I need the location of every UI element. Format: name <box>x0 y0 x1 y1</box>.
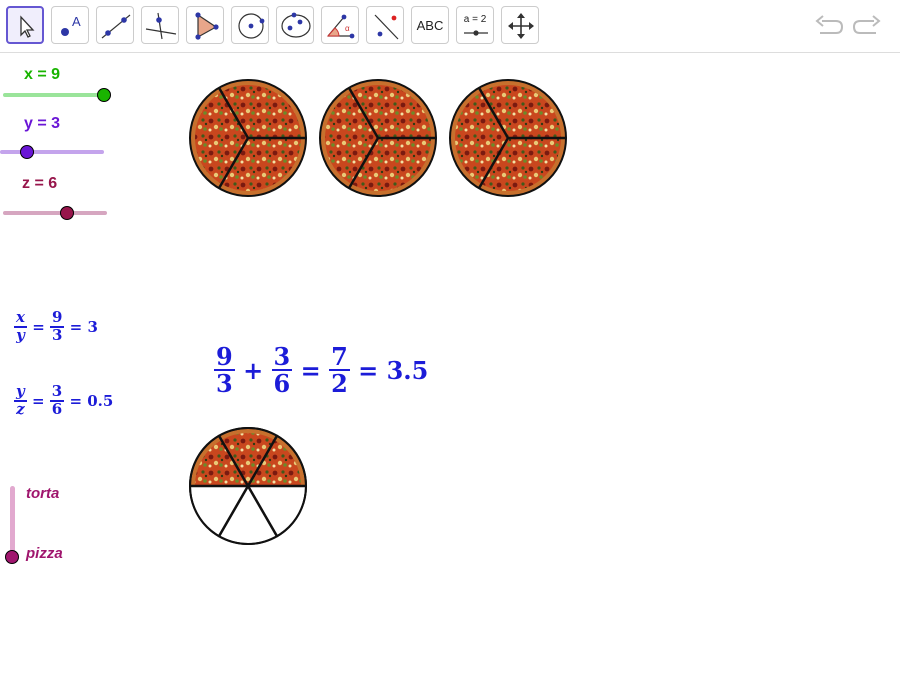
conic-tool[interactable] <box>276 6 314 44</box>
move-graphics-tool[interactable] <box>501 6 539 44</box>
svg-text:A: A <box>72 14 81 29</box>
circle-icon <box>238 13 265 39</box>
reflect-tool[interactable] <box>366 6 404 44</box>
point-icon: A <box>61 14 81 36</box>
redo-icon <box>852 15 881 34</box>
svg-text:α: α <box>345 24 350 33</box>
perpendicular-tool[interactable] <box>141 6 179 44</box>
circle-tool[interactable] <box>231 6 269 44</box>
polygon-icon <box>195 12 219 40</box>
move-arrows-icon <box>508 13 534 39</box>
undo-button[interactable] <box>812 10 846 42</box>
graphics-view <box>188 79 567 545</box>
text-tool[interactable]: ABC <box>411 6 449 44</box>
ellipse-icon <box>281 12 311 38</box>
text-tool-label: ABC <box>416 18 444 33</box>
slider-tool[interactable]: a = 2 <box>456 6 494 44</box>
undo-icon <box>815 15 844 34</box>
reflect-icon <box>374 14 399 40</box>
redo-button[interactable] <box>850 10 884 42</box>
line-icon <box>101 14 131 39</box>
move-tool[interactable] <box>6 6 44 44</box>
angle-icon: α <box>326 14 355 39</box>
toolbar: A α ABC a = 2 <box>0 0 900 53</box>
polygon-tool[interactable] <box>186 6 224 44</box>
pizza-group <box>188 79 567 545</box>
perpendicular-line-icon <box>145 12 177 40</box>
arrow-cursor-icon <box>20 15 35 38</box>
slider-icon <box>464 30 488 36</box>
line-tool[interactable] <box>96 6 134 44</box>
angle-tool[interactable]: α <box>321 6 359 44</box>
point-tool[interactable]: A <box>51 6 89 44</box>
